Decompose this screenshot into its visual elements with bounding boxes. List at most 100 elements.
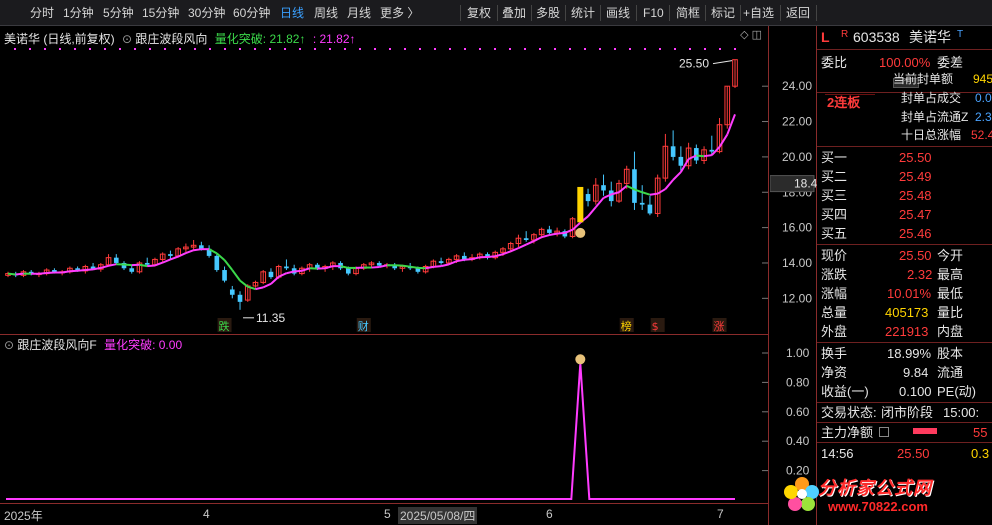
tool-back-button[interactable]: 返回 [786,0,810,26]
ma-segment [464,258,473,261]
indicator-chart[interactable] [0,335,768,503]
sub-info-line: ⊙ 跟庄波段风向F 量化突破: 0.00 [4,336,182,353]
ma-segment [595,197,605,208]
ma-segment [69,269,78,273]
signal-dot [569,48,571,50]
seal-row-2: 封单占流通Z 2.3 [901,110,992,124]
signal-dot [209,48,211,50]
y-tick-label: 22.00 [782,115,812,129]
price-tag-label: 18.49 [794,177,818,191]
candle-body [237,294,243,302]
ma-segment [402,264,411,268]
window-controls[interactable]: ◇ ◫ [740,28,762,41]
ma-segment [100,264,109,269]
signal-dot [404,48,406,50]
period-monthly[interactable]: 月线 [347,0,371,26]
period-60min[interactable]: 60分钟 [233,0,270,26]
tool-multistock-button[interactable]: 多股 [536,0,560,26]
ma-segment [61,270,71,274]
sub-signal-label: 量化突破: 0.00 [104,338,183,352]
sub-toggle-icon[interactable]: ⊙ [4,338,14,352]
ma-segment [139,263,148,268]
signal-dot [254,48,256,50]
candle-body [214,255,220,271]
marker-label: 涨 [714,320,725,333]
marker-label: 财 [358,319,369,333]
candle-body [438,261,444,263]
period-more[interactable]: 更多 〉 [380,0,419,26]
stat-row-netasset: 净资 9.84 流通 [821,365,964,380]
signal-dot [299,48,301,50]
ma-segment [525,240,535,246]
signal-dot [614,48,616,50]
sub-chart[interactable]: ⊙ 跟庄波段风向F 量化突破: 0.00 [0,335,768,503]
y-tick-label: 12.00 [782,291,812,305]
list-icon[interactable] [879,427,889,437]
ma-segment [696,154,705,158]
y-tick-label: 20.00 [782,150,812,164]
signal-dot [479,48,481,50]
period-1min[interactable]: 1分钟 [63,0,94,26]
period-fenshi[interactable]: 分时 [30,0,54,26]
tool-f10-button[interactable]: F10 [643,0,664,26]
period-5min[interactable]: 5分钟 [103,0,134,26]
tool-overlay-button[interactable]: 叠加 [502,0,526,26]
signal-dot [629,48,631,50]
buy-row-5[interactable]: 买五 25.46 [817,224,992,243]
signal-dot [74,48,76,50]
period-30min[interactable]: 30分钟 [188,0,225,26]
tool-fuquan-button[interactable]: 复权 [467,0,491,26]
candlestick-chart[interactable]: 25.50 11.35 跌 财 榜 $ 涨 [0,26,768,334]
ma-segment [239,279,249,288]
x-label-jul: 7 [717,507,724,521]
ma-segment [177,252,187,258]
tool-simple-frame-button[interactable]: 简框 [676,0,700,26]
tool-draw-button[interactable]: 画线 [606,0,630,26]
main-chart[interactable]: 25.50 11.35 跌 财 榜 $ 涨 美诺华 (日线,前复权) ⊙ 跟庄波段风向 量化… [0,26,768,334]
high-arrow [712,60,733,65]
ma-segment [262,282,272,289]
signal-dot [509,48,511,50]
signal-dot [449,48,451,50]
candle-body [222,270,227,281]
ma-segment [664,179,674,190]
signal-dot [239,48,241,50]
signal-dot [224,48,226,50]
buy-row-3[interactable]: 买三 25.48 [817,186,992,205]
trade-state-row: 交易状态: 闭市阶段 15:00: [821,405,980,420]
candle-body [601,185,606,191]
indicator-toggle-icon[interactable]: ⊙ [122,32,132,46]
sub-y-axis-ticks: 1.00 0.80 0.60 0.40 0.20 [786,346,810,478]
main-net-row[interactable]: 主力净额 55 [817,423,992,442]
candle-body [284,266,289,269]
flag-r: R [841,29,849,40]
seal-row-0: 当前封单额 945 [893,72,992,86]
ma-segment [255,286,264,291]
tool-add-watchlist-button[interactable]: +自选 [743,0,774,26]
signal-dot [464,48,466,50]
ma-segment [154,261,164,267]
ma-segment [247,285,256,291]
period-daily[interactable]: 日线 [280,0,304,26]
period-15min[interactable]: 15分钟 [142,0,179,26]
x-label-jun: 6 [546,507,553,521]
watermark-text: 分析家公式网 [818,478,932,498]
candle-body [144,262,150,265]
watermark-url: www.70822.com [828,499,928,514]
buy-row-1[interactable]: 买一 25.50 [817,148,992,167]
buy-row-4[interactable]: 买四 25.47 [817,205,992,224]
stat-row-eps: 收益(一) 0.100 PE(动) [821,384,977,399]
x-label-cursor-date: 2025/05/08/四 [398,507,478,524]
ma-segment [193,248,202,252]
buy-row-2[interactable]: 买二 25.49 [817,167,992,186]
marker-label: 榜 [621,319,632,333]
signal-dot [689,48,691,50]
tool-stats-button[interactable]: 统计 [571,0,595,26]
toolbar: 分时 1分钟 5分钟 15分钟 30分钟 60分钟 日线 周线 月线 更多 〉 … [0,0,992,26]
stock-name: 美诺华 [909,29,951,45]
signal-dot [419,48,421,50]
signal-dot [584,48,586,50]
tool-mark-button[interactable]: 标记 [711,0,735,26]
ma-segment [502,250,512,256]
period-weekly[interactable]: 周线 [314,0,338,26]
